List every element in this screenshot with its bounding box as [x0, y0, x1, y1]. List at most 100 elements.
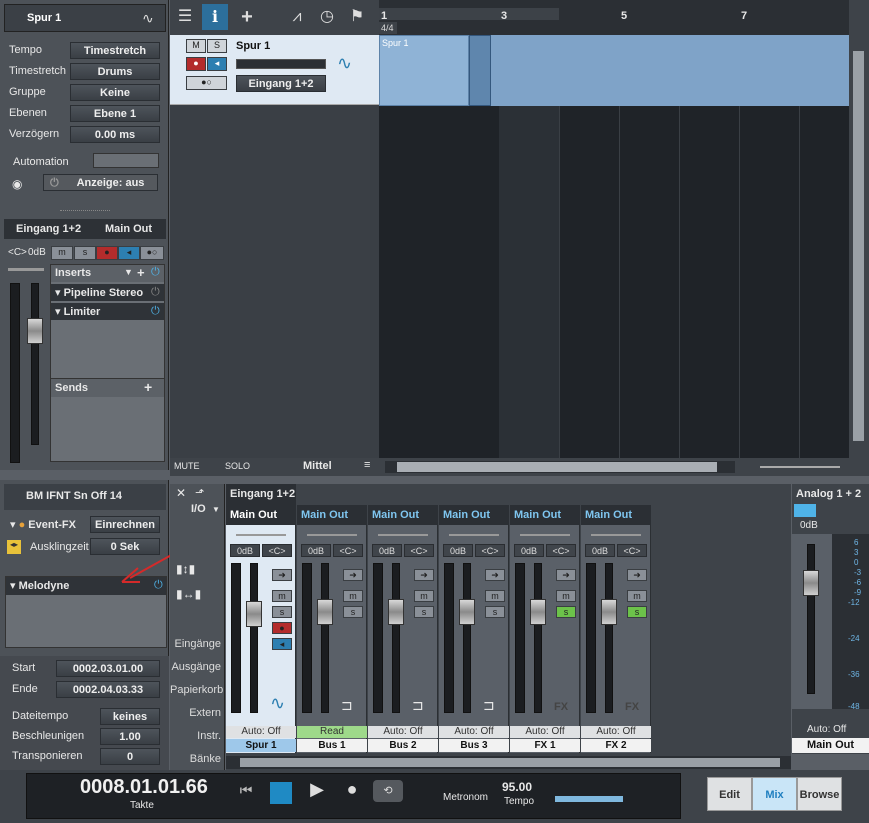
track-header[interactable]: M S Spur 1 ● ◂ ∿ ●○ Eingang 1+2 — [170, 35, 379, 105]
strip-automation[interactable]: Auto: Off — [581, 726, 651, 738]
eye-icon[interactable]: ◉ — [12, 177, 22, 191]
tail-icon[interactable]: ◂▸ — [7, 540, 21, 554]
mixer-side-item[interactable]: Extern — [170, 703, 225, 723]
mixer-strip[interactable]: Main Out 0dB <C> ➜ m s ⊐ Read Bus 1 — [297, 505, 367, 753]
event-row-value[interactable]: 0002.04.03.33 — [56, 681, 160, 698]
strip-fader[interactable] — [459, 599, 475, 625]
arrange-area[interactable]: Spur 1 — [379, 35, 849, 458]
strip-pan-slider[interactable] — [378, 534, 428, 536]
ruler[interactable]: 4/4 1 3 5 7 — [379, 0, 849, 35]
close-icon[interactable]: ✕ — [176, 486, 186, 500]
automation-slot[interactable] — [93, 153, 159, 168]
strip-fader[interactable] — [388, 599, 404, 625]
strip-name[interactable]: FX 2 — [581, 739, 651, 752]
strip-output[interactable]: Main Out — [581, 505, 651, 525]
time-display[interactable]: 0008.01.01.66 — [80, 776, 208, 799]
splitter[interactable] — [60, 210, 110, 216]
add-send-icon[interactable]: + — [144, 379, 152, 395]
strip-output[interactable]: Main Out — [439, 505, 509, 525]
strip1-input[interactable]: Eingang 1+2 — [230, 488, 295, 500]
metronome-label[interactable]: Metronom — [443, 792, 488, 803]
dropdown-icon[interactable]: ▼ — [212, 505, 220, 514]
strip-output[interactable]: Main Out — [510, 505, 580, 525]
strip-solo-button[interactable]: s — [272, 606, 292, 618]
strip-mute-button[interactable]: m — [485, 590, 505, 602]
strip-pan-slider[interactable] — [591, 534, 641, 536]
menu-icon[interactable]: ≡ — [364, 459, 370, 471]
mute-all-label[interactable]: MUTE — [174, 461, 200, 471]
mixer-side-item[interactable]: Instr. — [170, 726, 225, 746]
stop-icon[interactable] — [270, 782, 292, 804]
strip-mute-button[interactable]: m — [556, 590, 576, 602]
strip-fader-track[interactable] — [534, 563, 542, 713]
volume-fader[interactable] — [27, 318, 43, 344]
track-volume-bar[interactable] — [236, 59, 326, 69]
event-row-value[interactable]: 0002.03.01.00 — [56, 660, 160, 677]
strip-output[interactable]: Main Out — [226, 505, 296, 525]
track-mute-button[interactable]: M — [186, 39, 206, 53]
insert-pipeline[interactable]: ▾ Pipeline Stereo — [55, 286, 143, 299]
strip-name[interactable]: FX 1 — [510, 739, 580, 752]
strip-solo-button[interactable]: s — [343, 606, 363, 618]
strip-pan-slider[interactable] — [307, 534, 357, 536]
event-selected[interactable] — [469, 35, 491, 106]
track-name[interactable]: Spur 1 — [236, 40, 270, 52]
list-icon[interactable]: ☰ — [172, 4, 198, 30]
automation-display-button[interactable]: ⏻ Anzeige: aus — [43, 174, 158, 191]
inspector-row-value[interactable]: Timestretch — [70, 42, 160, 59]
tempo-value[interactable]: 95.00 — [502, 780, 532, 794]
strip-mute-button[interactable]: m — [343, 590, 363, 602]
strip-name[interactable]: Bus 1 — [297, 739, 367, 752]
speedup-value[interactable]: 1.00 — [100, 728, 160, 745]
strip-mute-button[interactable]: m — [272, 590, 292, 602]
track-input-button[interactable]: Eingang 1+2 — [236, 75, 326, 92]
inspector-row-value[interactable]: Ebene 1 — [70, 105, 160, 122]
strip-solo-button[interactable]: s — [414, 606, 434, 618]
strip-fader[interactable] — [246, 601, 262, 627]
audio-clip[interactable]: Spur 1 — [379, 35, 469, 106]
strip-route-icon[interactable]: ➜ — [485, 569, 505, 581]
master-input[interactable]: Analog 1 + 2 — [796, 488, 861, 500]
mixer-side-item[interactable]: Eingänge — [170, 634, 225, 654]
strip-route-icon[interactable]: ➜ — [343, 569, 363, 581]
strip-name[interactable]: Spur 1 — [226, 739, 296, 752]
mixer-side-item[interactable]: Papierkorb — [170, 680, 225, 700]
track-solo-button[interactable]: S — [207, 39, 227, 53]
flag-icon[interactable]: ⚑ — [344, 4, 370, 30]
view-button[interactable]: Browse — [797, 777, 842, 811]
dropdown-icon[interactable]: ▼ — [124, 267, 133, 277]
master-name[interactable]: Main Out — [792, 738, 869, 753]
strip-route-icon[interactable]: ➜ — [627, 569, 647, 581]
loop-icon[interactable]: ⟲ — [373, 780, 403, 802]
channel-mode-button[interactable]: ●○ — [140, 246, 164, 260]
play-icon[interactable]: ▶ — [305, 779, 329, 803]
detach-icon[interactable]: ⬏ — [195, 486, 204, 499]
strip-automation[interactable]: Auto: Off — [439, 726, 509, 738]
clock-icon[interactable]: ◷ — [314, 4, 340, 30]
strip-solo-button[interactable]: s — [556, 606, 576, 618]
add-icon[interactable]: + — [234, 4, 260, 30]
strip-fader-track[interactable] — [321, 563, 329, 713]
strip-record-button[interactable]: ● — [272, 622, 292, 634]
insert-limiter[interactable]: ▾ Limiter — [55, 305, 100, 318]
power-icon[interactable]: ⏻ — [151, 305, 160, 318]
strip-pan-slider[interactable] — [236, 534, 286, 536]
strip-route-icon[interactable]: ➜ — [272, 569, 292, 581]
strip-fader[interactable] — [530, 599, 546, 625]
mixer-strip[interactable]: Main Out 0dB <C> ➜ m s ⊐ Auto: Off Bus 2 — [368, 505, 438, 753]
record-icon[interactable]: ● — [340, 779, 364, 803]
io-output[interactable]: Main Out — [105, 223, 152, 235]
mixer-scrollbar[interactable] — [226, 756, 791, 769]
pan-slider[interactable] — [8, 268, 44, 271]
vertical-scrollbar[interactable] — [849, 35, 869, 458]
automation-icon[interactable]: ⩘ — [284, 4, 310, 30]
mixer-side-item[interactable]: Ausgänge — [170, 657, 225, 677]
strip-output[interactable]: Main Out — [368, 505, 438, 525]
master-fader[interactable] — [803, 570, 819, 596]
mute-button[interactable]: m — [51, 246, 73, 260]
strip-automation[interactable]: Auto: Off — [510, 726, 580, 738]
strip-route-icon[interactable]: ➜ — [414, 569, 434, 581]
strip-solo-button[interactable]: s — [627, 606, 647, 618]
io-toggle[interactable]: I/O — [191, 503, 206, 515]
strip-monitor-button[interactable]: ◂ — [272, 638, 292, 650]
